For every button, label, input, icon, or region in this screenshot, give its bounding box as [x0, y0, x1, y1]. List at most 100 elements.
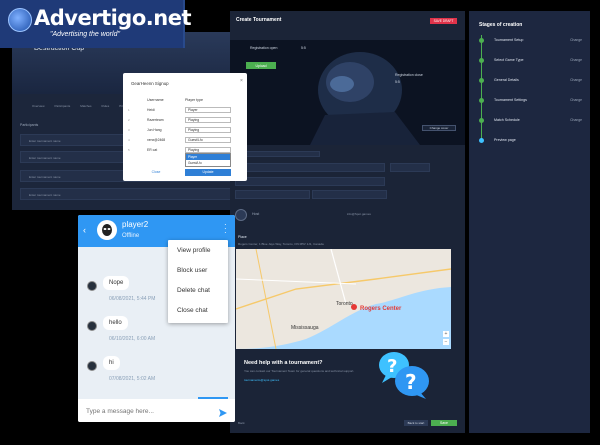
globe-icon: [8, 8, 32, 32]
message-bubble: Nope: [103, 276, 130, 290]
section-title: Participants: [20, 123, 39, 127]
tab-rules[interactable]: Rules: [102, 104, 110, 108]
check-icon: [479, 58, 484, 63]
host-name: Host: [252, 212, 260, 216]
check-icon: [479, 78, 484, 83]
map-suburb-label: Mississauga: [291, 325, 319, 331]
prev-button[interactable]: Back to start: [404, 420, 428, 426]
page-title: Create Tournament: [236, 17, 282, 23]
form-field[interactable]: [312, 190, 387, 199]
close-button[interactable]: Close: [133, 169, 179, 176]
table-row: 2 Razerteam Playing: [123, 117, 247, 127]
player-type-dropdown: Player Guest/Lfo: [185, 153, 231, 167]
message-bubble: hi: [103, 356, 120, 370]
reg-open-value: 5:5: [301, 46, 306, 50]
chat-status: Offline: [122, 233, 140, 239]
message-time: 06/10/2021, 6:00 AM: [109, 336, 156, 342]
alien-avatar-icon: [87, 281, 97, 291]
form-field[interactable]: [235, 163, 385, 172]
player-type-select[interactable]: Guest/Lfo: [185, 137, 231, 143]
message-time: 06/08/2021, 5:44 PM: [109, 296, 156, 302]
change-link[interactable]: Change: [570, 58, 582, 62]
player-type-select[interactable]: Player: [185, 107, 231, 113]
col-player-type: Player type: [185, 98, 203, 102]
avatar: [97, 220, 117, 240]
close-icon[interactable]: ×: [240, 78, 243, 84]
menu-item-close-chat[interactable]: Close chat: [177, 307, 208, 314]
change-cover-button[interactable]: Change cover: [422, 125, 456, 131]
contact-email[interactable]: info@Spot.games: [347, 212, 371, 216]
tab-overview[interactable]: Overview: [32, 104, 45, 108]
send-icon[interactable]: [218, 405, 228, 417]
current-stage-icon: [479, 138, 484, 143]
stages-panel: Stages of creation Tournament Setup Chang…: [469, 11, 590, 433]
stage-item[interactable]: General Details Change: [479, 76, 584, 88]
message-time: 07/08/2021, 5:02 AM: [109, 376, 156, 382]
save-draft-button[interactable]: SAVE DRAFT: [430, 18, 457, 24]
menu-item-view-profile[interactable]: View profile: [177, 247, 210, 254]
check-icon: [479, 38, 484, 43]
message-bubble: hello: [103, 316, 128, 330]
form-field[interactable]: [235, 190, 310, 199]
message-input[interactable]: [86, 405, 206, 417]
form-field[interactable]: [390, 163, 430, 172]
stage-item[interactable]: Match Schedule Change: [479, 116, 584, 128]
chat-window: ‹ player2 Offline · · · Nope 06/08/2021, 5…: [78, 215, 235, 422]
signup-modal: GearHeenn Signup × Username Player type …: [123, 73, 247, 181]
zoom-out-button[interactable]: −: [443, 339, 449, 345]
stage-item-current[interactable]: Preview page: [479, 136, 584, 148]
check-icon: [479, 118, 484, 123]
stage-item[interactable]: Tournament Setup Change: [479, 36, 584, 48]
create-tournament-window: Create Tournament SAVE DRAFT Registratio…: [230, 11, 465, 433]
reg-close-value: 5:5: [395, 80, 400, 84]
chat-options-menu: View profile Block user Delete chat Clos…: [168, 240, 228, 323]
place-address: Rogers Center, 1 Blue Jays Way, Toronto,…: [238, 242, 324, 246]
change-link[interactable]: Change: [570, 78, 582, 82]
table-row: 1 Heidi Player: [123, 107, 247, 117]
help-email-link[interactable]: tournaments@spot.games: [244, 378, 279, 382]
zoom-in-button[interactable]: +: [443, 331, 449, 337]
tab-participants[interactable]: Participants: [55, 104, 71, 108]
place-title: Place: [238, 235, 247, 239]
chevron-left-icon[interactable]: ‹: [83, 225, 86, 235]
chat-username: player2: [122, 220, 149, 229]
advertigo-logo: Advertigo.net "Advertising the world": [0, 0, 191, 48]
reg-close-label: Registration close: [395, 73, 423, 77]
cover-image: Registration open 5:5 Upload Registratio…: [230, 40, 465, 145]
alien-avatar-icon: [98, 221, 116, 239]
tab-matches[interactable]: Matches: [80, 104, 91, 108]
help-text: You can contact our Tournament Team for …: [244, 369, 355, 373]
kebab-menu-icon[interactable]: · · ·: [224, 221, 227, 237]
host-avatar: [235, 209, 247, 221]
map[interactable]: Toronto Rogers Center Mississauga + −: [235, 248, 452, 350]
composer-accent: [198, 397, 228, 399]
change-link[interactable]: Change: [570, 98, 582, 102]
message-composer: [78, 397, 235, 422]
form-field[interactable]: [235, 151, 320, 157]
modal-title: GearHeenn Signup: [131, 81, 169, 86]
next-button[interactable]: Save: [431, 420, 457, 426]
update-button[interactable]: Update: [185, 169, 231, 176]
change-link[interactable]: Change: [570, 118, 582, 122]
question-bubbles-icon: ? ?: [376, 351, 432, 399]
change-link[interactable]: Change: [570, 38, 582, 42]
col-username: Username: [147, 98, 164, 102]
player-type-select[interactable]: Playing: [185, 127, 231, 133]
player-type-select[interactable]: Playing: [185, 117, 231, 123]
logo-tagline: "Advertising the world": [50, 31, 120, 38]
form-field[interactable]: [235, 177, 385, 186]
stage-item[interactable]: Tournament Settings Change: [479, 96, 584, 108]
dropdown-option[interactable]: Guest/Lfo: [186, 160, 230, 166]
stage-item[interactable]: Select Game Type Change: [479, 56, 584, 68]
back-link[interactable]: Back: [238, 421, 245, 425]
map-city-label: Toronto: [336, 301, 353, 307]
reg-open-label: Registration open: [250, 46, 278, 50]
map-place-label: Rogers Center: [360, 306, 402, 312]
menu-item-delete-chat[interactable]: Delete chat: [177, 287, 210, 294]
logo-title: Advertigo.net: [34, 6, 191, 30]
stages-title: Stages of creation: [479, 22, 523, 28]
menu-item-block-user[interactable]: Block user: [177, 267, 207, 274]
map-graphic: [235, 248, 452, 350]
alien-avatar-icon: [87, 361, 97, 371]
upload-button[interactable]: Upload: [246, 62, 276, 69]
